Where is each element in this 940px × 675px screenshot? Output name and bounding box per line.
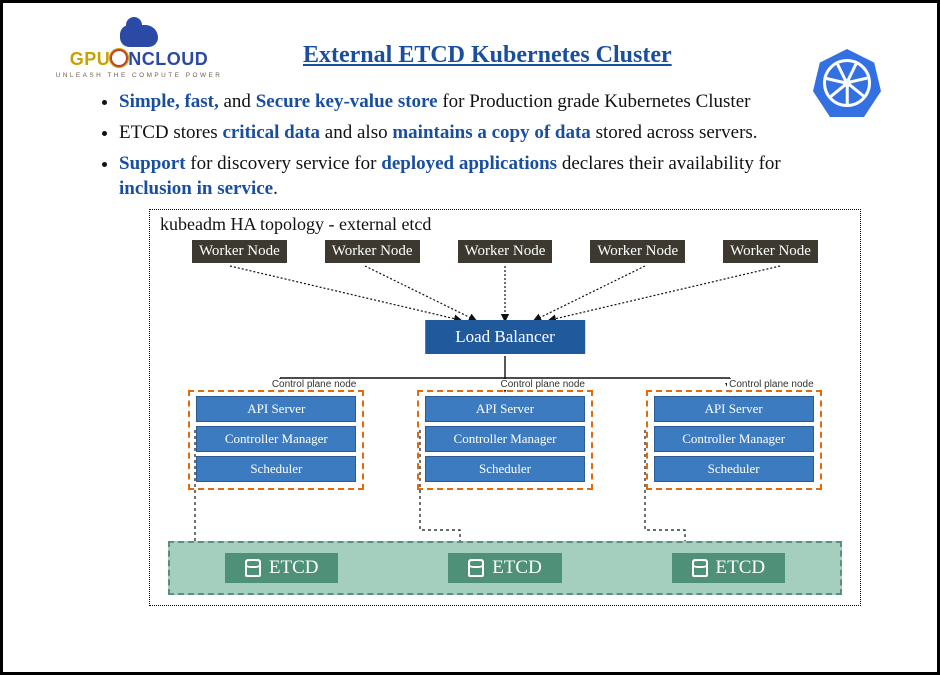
disk-icon: [468, 559, 484, 577]
bullet-2: ETCD stores critical data and also maint…: [119, 120, 819, 145]
worker-node-4: Worker Node: [590, 240, 685, 263]
controller-manager-1: Controller Manager: [196, 426, 356, 452]
controller-manager-3: Controller Manager: [654, 426, 814, 452]
load-balancer: Load Balancer: [425, 320, 585, 354]
cp-label-3: Control plane node: [727, 379, 816, 390]
heptagon-icon: [813, 49, 881, 117]
brand-text-2: NCLOUD: [128, 49, 208, 69]
api-server-3: API Server: [654, 396, 814, 422]
bullet-3: Support for discovery service for deploy…: [119, 151, 819, 201]
scheduler-2: Scheduler: [425, 456, 585, 482]
scheduler-3: Scheduler: [654, 456, 814, 482]
wheel-icon: [823, 59, 871, 107]
brand-logo: GPU NCLOUD UNLEASH THE COMPUTE POWER: [39, 25, 239, 79]
etcd-node-2: ETCD: [448, 553, 562, 583]
cloud-icon: [120, 25, 158, 47]
control-plane-1: Control plane node API Server Controller…: [188, 390, 364, 490]
cp-label-1: Control plane node: [270, 379, 359, 390]
worker-node-2: Worker Node: [325, 240, 420, 263]
worker-row: Worker Node Worker Node Worker Node Work…: [150, 240, 860, 263]
control-plane-3: Control plane node API Server Controller…: [646, 390, 822, 490]
worker-node-5: Worker Node: [723, 240, 818, 263]
control-plane-row: Control plane node API Server Controller…: [150, 390, 860, 490]
bullet-1: Simple, fast, and Secure key-value store…: [119, 89, 819, 114]
page-title: External ETCD Kubernetes Cluster: [303, 42, 672, 69]
etcd-node-1: ETCD: [225, 553, 339, 583]
diagram-title: kubeadm HA topology - external etcd: [160, 214, 431, 235]
disk-icon: [692, 559, 708, 577]
brand-text-1: GPU: [70, 49, 111, 69]
api-server-1: API Server: [196, 396, 356, 422]
etcd-node-3: ETCD: [672, 553, 786, 583]
api-server-2: API Server: [425, 396, 585, 422]
scheduler-1: Scheduler: [196, 456, 356, 482]
etcd-cluster: ETCD ETCD ETCD: [168, 541, 842, 595]
controller-manager-2: Controller Manager: [425, 426, 585, 452]
ring-icon: [110, 49, 128, 67]
topology-diagram: kubeadm HA topology - external etcd: [149, 209, 861, 606]
worker-node-1: Worker Node: [192, 240, 287, 263]
control-plane-2: Control plane node API Server Controller…: [417, 390, 593, 490]
cp-label-2: Control plane node: [498, 379, 587, 390]
kubernetes-logo: [813, 49, 881, 117]
worker-node-3: Worker Node: [458, 240, 553, 263]
slide-frame: GPU NCLOUD UNLEASH THE COMPUTE POWER Exte…: [0, 0, 940, 675]
disk-icon: [245, 559, 261, 577]
bullet-list: Simple, fast, and Secure key-value store…: [119, 89, 901, 201]
brand-tagline: UNLEASH THE COMPUTE POWER: [39, 72, 239, 79]
